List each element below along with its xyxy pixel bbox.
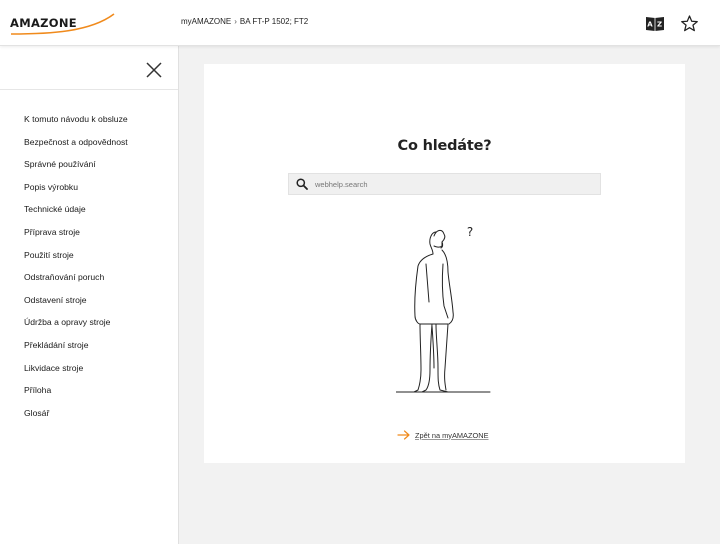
amazone-logo[interactable]: AMAZONE	[10, 12, 116, 36]
sidebar-item[interactable]: Technické údaje	[0, 198, 178, 221]
breadcrumb-separator: ›	[234, 17, 237, 26]
sidebar-header	[0, 46, 178, 90]
search-box[interactable]	[288, 173, 601, 195]
svg-text:Z: Z	[657, 20, 662, 28]
sidebar-item[interactable]: Bezpečnost a odpovědnost	[0, 131, 178, 154]
breadcrumb: myAMAZONE › BA FT-P 1502; FT2	[181, 17, 308, 26]
sidebar-item[interactable]: Odstavení stroje	[0, 289, 178, 312]
question-mark: ?	[467, 225, 473, 239]
search-input[interactable]	[315, 179, 585, 189]
language-book-icon[interactable]: A Z	[644, 12, 666, 34]
sidebar-item[interactable]: Správné používání	[0, 153, 178, 176]
breadcrumb-current: BA FT-P 1502; FT2	[239, 17, 309, 26]
sidebar-item[interactable]: K tomuto návodu k obsluze	[0, 108, 178, 131]
sidebar-item[interactable]: Příprava stroje	[0, 221, 178, 244]
sidebar-item[interactable]: Příloha	[0, 379, 178, 402]
thinking-person-illustration: ?	[396, 225, 491, 393]
sidebar-item[interactable]: Použití stroje	[0, 244, 178, 267]
sidebar-item[interactable]: Likvidace stroje	[0, 357, 178, 380]
breadcrumb-home[interactable]: myAMAZONE	[181, 17, 231, 26]
top-bar: AMAZONE myAMAZONE › BA FT-P 1502; FT2 A Z	[0, 0, 720, 46]
sidebar-item[interactable]: Překládání stroje	[0, 334, 178, 357]
sidebar-item[interactable]: Odstraňování poruch	[0, 266, 178, 289]
sidebar-nav: K tomuto návodu k obsluze Bezpečnost a o…	[0, 90, 178, 424]
search-icon	[289, 174, 315, 194]
sidebar: K tomuto návodu k obsluze Bezpečnost a o…	[0, 46, 179, 544]
sidebar-item[interactable]: Popis výrobku	[0, 176, 178, 199]
svg-text:A: A	[647, 20, 653, 28]
page-scrollbar[interactable]	[712, 46, 720, 544]
arrow-right-icon	[397, 430, 410, 440]
back-link-label: Zpět na myAMAZONE	[415, 430, 489, 440]
sidebar-item[interactable]: Glosář	[0, 402, 178, 425]
back-to-myamazone-link[interactable]: Zpět na myAMAZONE	[397, 430, 489, 440]
close-icon[interactable]	[145, 61, 163, 79]
logo-text: AMAZONE	[10, 16, 77, 30]
search-card: Co hledáte? ?	[204, 64, 685, 463]
star-icon[interactable]	[678, 12, 700, 34]
sidebar-item[interactable]: Údržba a opravy stroje	[0, 311, 178, 334]
page-title: Co hledáte?	[397, 138, 492, 154]
